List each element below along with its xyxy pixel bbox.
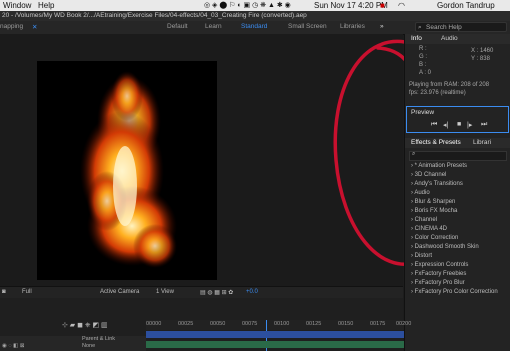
clock: Sun Nov 17 4:20 PM [314,1,388,10]
effects-search-input[interactable]: ⌕ [409,151,507,161]
search-icon: ⌕ [412,151,416,157]
menu-window[interactable]: Window [3,0,31,11]
fire-render [80,71,177,268]
fx-item[interactable]: › Dashwood Smooth Skin [411,244,479,250]
mac-menubar: Window Help ◎ ◈ ⬤ ⚐ ◐ ▣ ◷ ❋ ▲ ✱ ◉ Sun No… [0,0,510,11]
workspace-standard[interactable]: Standard [241,23,267,30]
fx-item[interactable]: › Boris FX Mocha [411,208,457,214]
fx-item[interactable]: › Distort [411,253,432,259]
right-panels: Info Audio R : G : B : A : 0 X : 1460 Y … [404,34,510,351]
views-select[interactable]: 1 View [156,289,174,295]
fx-item[interactable]: › Expression Controls [411,262,468,268]
fx-item[interactable]: › Color Correction [411,235,458,241]
fx-item[interactable]: › Channel [411,217,437,223]
info-g: G : [419,54,428,60]
layer-bar[interactable] [146,341,404,348]
fx-item[interactable]: › FxFactory Pro Blur [411,280,465,286]
viewer-tool-icons[interactable]: ▤ ◍ ▦ ⊞ ✿ [200,289,233,296]
workspace-small-screen[interactable]: Small Screen [288,23,327,30]
fx-item[interactable]: › Andy's Transitions [411,181,463,187]
tab-audio[interactable]: Audio [441,34,458,44]
menubar-status-icons: ◎ ◈ ⬤ ⚐ ◐ ▣ ◷ ❋ ▲ ✱ ◉ [204,2,291,9]
info-playing: Playing from RAM: 208 of 208 [409,82,490,88]
ruler-tick: 00150 [338,321,354,327]
fx-item[interactable]: › Audio [411,190,430,196]
prev-frame-icon[interactable]: ◂| [443,121,448,129]
info-x: X : 1460 [471,48,494,54]
fx-item[interactable]: › FxFactory Freebies [411,271,466,277]
last-frame-icon[interactable]: ⏭ [481,121,487,129]
info-a: A : 0 [419,70,432,76]
composition-canvas[interactable] [37,61,217,280]
preview-panel: Preview ⏮ ◂| ■ |▸ ⏭ [406,106,509,133]
ruler-tick: 00050 [210,321,226,327]
effects-tabbar: Effects & Presets Librari [405,138,510,148]
ruler-tick: 00125 [306,321,322,327]
snapping-icon[interactable]: ✕ [32,23,37,31]
ruler-tick: 00000 [146,321,162,327]
layer-bar[interactable] [146,331,404,338]
exposure-value[interactable]: +0.0 [246,289,258,295]
ruler-tick: 00175 [370,321,386,327]
ruler-tick: 00075 [242,321,258,327]
fx-item[interactable]: › CINEMA 4D [411,226,447,232]
workspace-learn[interactable]: Learn [205,23,222,30]
fx-item[interactable]: › Blur & Sharpen [411,199,455,205]
zoom-select[interactable]: Full [22,289,32,295]
timeline-ruler[interactable]: 00000 00025 00050 00075 00100 00125 0015… [146,320,411,330]
snapshot-icon[interactable]: ◙ [2,289,6,295]
tab-info[interactable]: Info [411,34,422,44]
preview-title: Preview [411,109,435,116]
more-workspaces-icon[interactable]: » [380,23,384,30]
info-r: R : [419,46,427,52]
info-fps: fps: 23.976 (realtime) [409,90,466,96]
user-name[interactable]: Gordon Tandrup [437,0,495,11]
tab-libraries[interactable]: Librari [473,138,491,148]
wifi-icon: ◠ [398,1,405,10]
parent-link-label: Parent & Link [82,336,116,342]
flag-icon: ■ [380,1,385,10]
camera-select[interactable]: Active Camera [100,289,139,295]
fx-item[interactable]: › * Animation Presets [411,163,467,169]
layer-controls: Parent & Link ◉ ◌ ◧ ⊠ None [0,336,146,351]
ruler-tick: 00100 [274,321,290,327]
layer-switch-icons[interactable]: ◉ ◌ ◧ ⊠ [2,343,24,349]
workspace-libraries[interactable]: Libraries [340,23,365,30]
first-frame-icon[interactable]: ⏮ [431,121,437,129]
stop-icon[interactable]: ■ [457,121,461,128]
menu-help[interactable]: Help [38,0,54,11]
ruler-tick: 00200 [396,321,412,327]
info-tabbar: Info Audio [405,34,510,44]
project-path: 20 - /Volumes/My WD Book 2/.../AEtrainin… [0,11,510,21]
fx-item[interactable]: › FxFactory Pro Color Correction [411,289,498,295]
info-y: Y : 838 [471,56,490,62]
info-b: B : [419,62,427,68]
workspace-default[interactable]: Default [167,23,188,30]
next-frame-icon[interactable]: |▸ [467,121,472,129]
snapping-label[interactable]: napping [0,23,23,30]
timeline-tool-icons[interactable]: ⊹ ▰ ◼ ⎈ ◩ ▥ [62,321,108,330]
fx-item[interactable]: › 3D Channel [411,172,446,178]
ruler-tick: 00025 [178,321,194,327]
tab-effects-presets[interactable]: Effects & Presets [411,138,461,148]
parent-select[interactable]: None [82,343,95,349]
